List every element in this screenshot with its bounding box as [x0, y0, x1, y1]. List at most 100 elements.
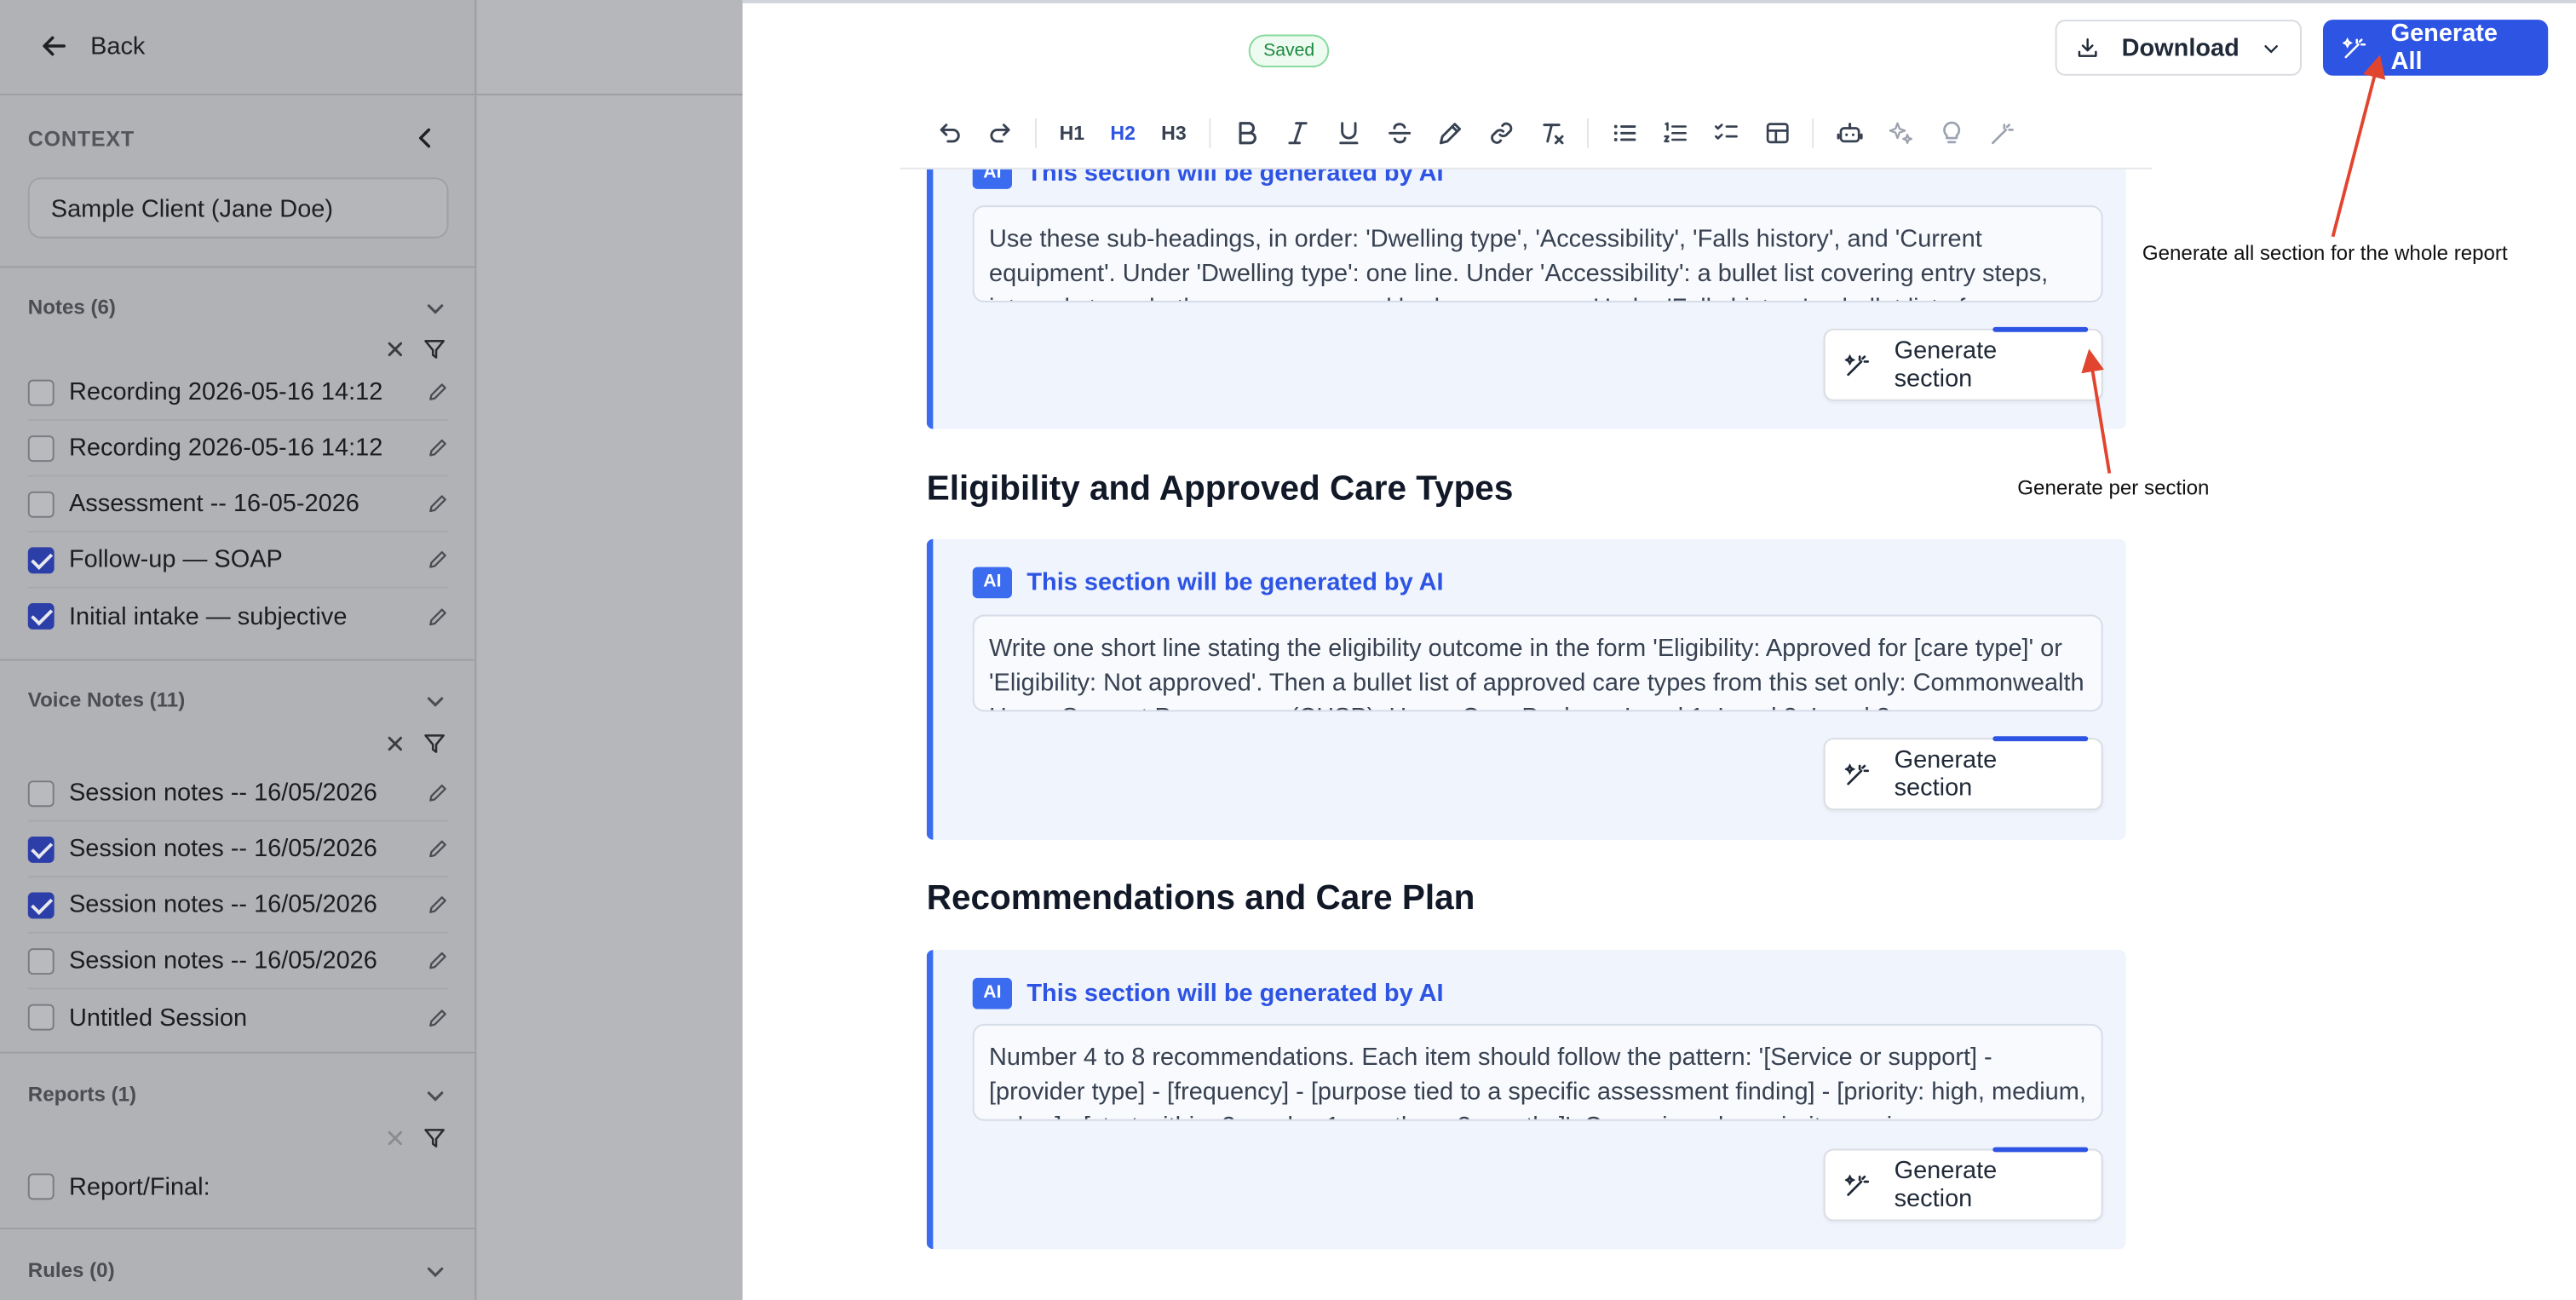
checkbox[interactable] — [27, 779, 55, 807]
dim-overlay — [478, 0, 743, 1300]
bold-icon[interactable] — [1221, 107, 1272, 158]
edit-icon[interactable] — [427, 1007, 448, 1028]
filter-icon[interactable] — [424, 733, 446, 754]
chevron-down-icon[interactable] — [425, 692, 445, 711]
chevron-down-icon[interactable] — [425, 1086, 445, 1106]
report-editor: Saved Download Generate All AI This sect… — [742, 0, 2576, 1300]
edit-icon[interactable] — [427, 838, 448, 860]
generate-section-button[interactable]: Generate section — [1823, 1147, 2103, 1222]
strikethrough-icon[interactable] — [1373, 107, 1424, 158]
ai-label: This section will be generated by AI — [1026, 568, 1444, 597]
ai-section-card: AI This section will be generated by AI … — [926, 538, 2126, 840]
generate-section-button[interactable]: Generate section — [1823, 736, 2103, 811]
annotation-generate-all: Generate all section for the whole repor… — [2142, 241, 2508, 265]
list-item[interactable]: Initial intake — subjective — [27, 589, 449, 645]
list-item[interactable]: Session notes -- 16/05/2026 — [27, 766, 449, 822]
checklist-icon[interactable] — [1700, 107, 1751, 158]
list-item[interactable]: Session notes -- 16/05/2026 — [27, 877, 449, 934]
filter-icon[interactable] — [424, 338, 446, 360]
section-heading: Recommendations and Care Plan — [926, 879, 1475, 917]
list-item[interactable]: Recording 2026-05-16 14:12 — [27, 365, 449, 421]
edit-icon[interactable] — [427, 606, 448, 627]
list-item[interactable]: Follow-up — SOAP — [27, 532, 449, 589]
generate-section-button[interactable]: Generate section — [1823, 326, 2103, 401]
toolbar-separator — [1586, 118, 1589, 148]
list-item[interactable]: Report/Final: — [27, 1159, 449, 1215]
link-icon[interactable] — [1475, 107, 1527, 158]
checkbox[interactable] — [27, 490, 55, 517]
chevron-down-icon[interactable] — [425, 1263, 445, 1282]
chevron-down-icon — [2264, 44, 2279, 53]
checkbox[interactable] — [27, 1004, 55, 1031]
edit-icon[interactable] — [427, 437, 448, 458]
heading-3-button[interactable]: H3 — [1148, 107, 1199, 158]
ai-section-card: AI This section will be generated by AI … — [926, 950, 2126, 1250]
filter-icon[interactable] — [424, 1127, 446, 1148]
list-item[interactable]: Untitled Session — [27, 989, 449, 1045]
ai-label-row: AI This section will be generated by AI — [972, 567, 1444, 599]
table-icon[interactable] — [1751, 107, 1803, 158]
checkbox[interactable] — [27, 1173, 55, 1200]
edit-icon[interactable] — [427, 382, 448, 403]
magic-wand-icon[interactable] — [1976, 107, 2027, 158]
checkbox[interactable] — [27, 378, 55, 406]
item-label: Session notes -- 16/05/2026 — [68, 779, 377, 808]
list-item[interactable]: Recording 2026-05-16 14:12 — [27, 421, 449, 477]
ai-badge: AI — [972, 567, 1012, 599]
redo-icon[interactable] — [975, 107, 1026, 158]
collapse-sidebar-icon[interactable] — [414, 125, 437, 152]
item-label: Initial intake — subjective — [68, 602, 348, 630]
edit-icon[interactable] — [427, 493, 448, 515]
checkbox[interactable] — [27, 434, 55, 462]
ai-label-row: AI This section will be generated by AI — [972, 977, 1444, 1010]
ai-section-card: AI This section will be generated by AI … — [926, 131, 2126, 429]
item-label: Session notes -- 16/05/2026 — [68, 946, 377, 975]
editor-toolbar: H1 H2 H3 — [900, 98, 2153, 170]
sparkles-icon[interactable] — [1874, 107, 1925, 158]
context-selector[interactable]: Sample Client (Jane Doe) — [27, 177, 449, 239]
clear-filter-icon[interactable] — [384, 733, 405, 754]
heading-2-button[interactable]: H2 — [1097, 107, 1148, 158]
bullet-list-icon[interactable] — [1598, 107, 1649, 158]
numbered-list-icon[interactable] — [1649, 107, 1700, 158]
heading-1-button[interactable]: H1 — [1046, 107, 1097, 158]
edit-icon[interactable] — [427, 894, 448, 915]
generate-all-button[interactable]: Generate All — [2322, 20, 2549, 76]
list-item[interactable]: Assessment -- 16-05-2026 — [27, 476, 449, 533]
list-item[interactable]: Session notes -- 16/05/2026 — [27, 822, 449, 878]
robot-icon[interactable] — [1824, 107, 1875, 158]
lightbulb-icon[interactable] — [1925, 107, 1976, 158]
prompt-textarea[interactable]: Use these sub-headings, in order: 'Dwell… — [972, 205, 2103, 302]
clear-filter-icon[interactable] — [384, 1127, 405, 1148]
divider — [0, 266, 477, 268]
prompt-textarea[interactable]: Number 4 to 8 recommendations. Each item… — [972, 1023, 2103, 1121]
item-label: Recording 2026-05-16 14:12 — [68, 434, 383, 463]
checkbox-checked[interactable] — [27, 603, 55, 630]
magic-wand-icon — [1844, 763, 1870, 785]
toolbar-separator — [1812, 118, 1814, 148]
ai-label: This section will be generated by AI — [1026, 979, 1444, 1008]
clear-format-icon[interactable] — [1527, 107, 1578, 158]
clear-filter-icon[interactable] — [384, 338, 405, 360]
edit-icon[interactable] — [427, 950, 448, 971]
edit-icon[interactable] — [427, 782, 448, 803]
reports-section-title: Reports (1) — [27, 1083, 137, 1107]
list-item[interactable]: Session notes -- 16/05/2026 — [27, 934, 449, 990]
underline-icon[interactable] — [1322, 107, 1373, 158]
italic-icon[interactable] — [1272, 107, 1323, 158]
ai-badge: AI — [972, 977, 1012, 1010]
divider — [0, 1228, 477, 1230]
divider — [0, 1051, 477, 1054]
edit-icon[interactable] — [427, 549, 448, 570]
checkbox-checked[interactable] — [27, 891, 55, 918]
checkbox[interactable] — [27, 947, 55, 975]
context-label: CONTEXT — [27, 126, 135, 152]
chevron-down-icon[interactable] — [425, 299, 445, 319]
checkbox-checked[interactable] — [27, 835, 55, 862]
download-button[interactable]: Download — [2055, 20, 2302, 76]
prompt-textarea[interactable]: Write one short line stating the eligibi… — [972, 614, 2103, 712]
highlighter-icon[interactable] — [1424, 107, 1475, 158]
magic-wand-icon — [2343, 37, 2366, 59]
undo-icon[interactable] — [923, 107, 975, 158]
checkbox-checked[interactable] — [27, 546, 55, 573]
